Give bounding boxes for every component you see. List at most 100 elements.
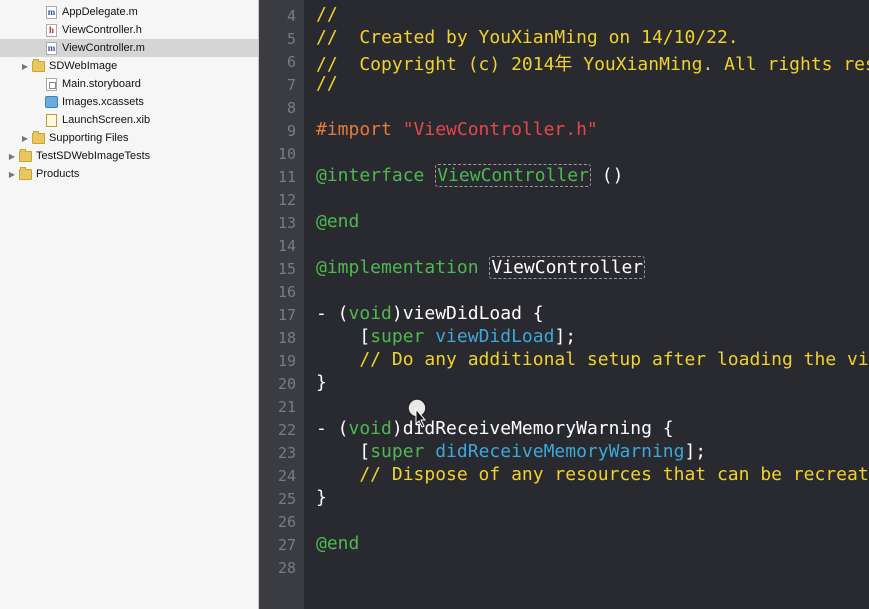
code-line[interactable]: } bbox=[316, 487, 327, 508]
navigator-item[interactable]: ▶ TestSDWebImageTests bbox=[0, 147, 258, 165]
line-number-gutter: 4 5 6 7 8 9 10 11 12 13 14 15 16 17 18 19 20 21 22 23 24 25 26… bbox=[259, 0, 304, 609]
navigator-item[interactable]: Images.xcassets bbox=[0, 93, 258, 111]
code-line[interactable]: [super didReceiveMemoryWarning]; bbox=[316, 441, 706, 462]
line-number: 15 bbox=[277, 260, 296, 278]
code-token: super bbox=[370, 326, 425, 347]
code-token: super bbox=[370, 441, 425, 462]
line-number: 27 bbox=[277, 536, 296, 554]
navigator-item[interactable]: ▶ Products bbox=[0, 165, 258, 183]
code-token: viewDidLoad bbox=[435, 326, 555, 347]
navigator-item[interactable]: m ViewController.m bbox=[0, 39, 258, 57]
line-number: 19 bbox=[277, 352, 296, 370]
code-token: - ( bbox=[316, 303, 349, 324]
navigator-item-label: AppDelegate.m bbox=[62, 6, 138, 18]
line-number: 23 bbox=[277, 444, 296, 462]
line-number: 14 bbox=[277, 237, 296, 255]
folder-icon bbox=[32, 130, 45, 145]
navigator-item[interactable]: Main.storyboard bbox=[0, 75, 258, 93]
code-line[interactable]: // bbox=[316, 4, 338, 25]
code-token: // bbox=[316, 4, 338, 25]
code-line[interactable]: // Created by YouXianMing on 14/10/22. bbox=[316, 27, 739, 48]
code-token: #import bbox=[316, 119, 403, 140]
code-line[interactable]: // Dispose of any resources that can be … bbox=[316, 464, 869, 485]
line-number: 8 bbox=[286, 99, 296, 117]
disclosure-triangle-icon[interactable]: ▶ bbox=[7, 147, 17, 165]
navigator-item-label: ViewController.h bbox=[62, 24, 142, 36]
code-line[interactable]: [super viewDidLoad]; bbox=[316, 326, 576, 347]
code-token: @end bbox=[316, 211, 360, 232]
folder-icon bbox=[32, 58, 45, 73]
navigator-item-label: Main.storyboard bbox=[62, 78, 141, 90]
line-number: 28 bbox=[277, 559, 296, 577]
code-token: ]; bbox=[684, 441, 707, 462]
code-token: // Do any additional setup after loading… bbox=[359, 349, 869, 370]
code-token: ]; bbox=[554, 326, 577, 347]
navigator-item[interactable]: m AppDelegate.m bbox=[0, 3, 258, 21]
navigator-item-label: TestSDWebImageTests bbox=[36, 150, 151, 162]
navigator-item-label: LaunchScreen.xib bbox=[62, 114, 151, 126]
line-number: 6 bbox=[286, 53, 296, 71]
m-file-icon: m bbox=[46, 5, 57, 19]
line-number: 11 bbox=[277, 168, 296, 186]
xib-icon bbox=[45, 113, 58, 127]
h-file-icon: h bbox=[45, 23, 58, 37]
line-number: 5 bbox=[286, 30, 296, 48]
code-token: // Created by YouXianMing on 14/10/22. bbox=[316, 27, 739, 48]
code-token: } bbox=[316, 372, 327, 393]
disclosure-triangle-icon[interactable]: ▶ bbox=[7, 165, 17, 183]
line-number: 24 bbox=[277, 467, 296, 485]
code-line[interactable]: @end bbox=[316, 211, 359, 232]
code-line[interactable]: // Do any additional setup after loading… bbox=[316, 349, 869, 370]
code-line[interactable]: - (void)didReceiveMemoryWarning { bbox=[316, 418, 674, 439]
navigator-item[interactable]: h ViewController.h bbox=[0, 21, 258, 39]
folder-icon bbox=[19, 166, 32, 181]
xcassets-icon bbox=[45, 96, 58, 109]
code-line[interactable]: @implementation ViewController bbox=[316, 256, 646, 279]
navigator-item[interactable]: ▶ Supporting Files bbox=[0, 129, 258, 147]
line-number: 22 bbox=[277, 421, 296, 439]
code-token: ViewController bbox=[435, 164, 591, 187]
code-token: - ( bbox=[316, 418, 349, 439]
disclosure-triangle-icon[interactable]: ▶ bbox=[20, 57, 30, 75]
code-token: @end bbox=[316, 533, 360, 554]
code-token: void bbox=[348, 303, 392, 324]
code-token: // Copyright (c) 2014年 YouXianMing. All … bbox=[316, 54, 869, 75]
code-token: "ViewController.h" bbox=[402, 119, 598, 140]
code-token: didReceiveMemoryWarning bbox=[435, 441, 685, 462]
code-token: )viewDidLoad { bbox=[391, 303, 544, 324]
code-line[interactable]: @end bbox=[316, 533, 359, 554]
line-number: 10 bbox=[277, 145, 296, 163]
navigator-item[interactable]: ▶ SDWebImage bbox=[0, 57, 258, 75]
code-token: // bbox=[316, 73, 338, 94]
line-number: 25 bbox=[277, 490, 296, 508]
code-token: void bbox=[348, 418, 392, 439]
source-editor[interactable]: 4 5 6 7 8 9 10 11 12 13 14 15 16 17 18 19 20 21 22 23 24 25 26… bbox=[259, 0, 869, 609]
code-line[interactable]: // bbox=[316, 73, 338, 94]
disclosure-triangle-icon[interactable]: ▶ bbox=[20, 129, 30, 147]
code-line[interactable]: #import "ViewController.h" bbox=[316, 119, 598, 140]
code-token: // Dispose of any resources that can be … bbox=[316, 464, 869, 485]
line-number: 17 bbox=[277, 306, 296, 324]
code-line[interactable]: @interface ViewController () bbox=[316, 164, 624, 187]
code-token: } bbox=[316, 487, 327, 508]
m-file-icon: m bbox=[46, 41, 57, 55]
code-line[interactable]: } bbox=[316, 372, 327, 393]
navigator-item[interactable]: LaunchScreen.xib bbox=[0, 111, 258, 129]
code-line[interactable]: // Copyright (c) 2014年 YouXianMing. All … bbox=[316, 50, 869, 76]
line-number: 7 bbox=[286, 76, 296, 94]
line-number: 16 bbox=[277, 283, 296, 301]
code-line[interactable]: - (void)viewDidLoad { bbox=[316, 303, 544, 324]
navigator-item-label: ViewController.m bbox=[62, 42, 145, 54]
line-number: 9 bbox=[286, 122, 296, 140]
navigator-item-label: SDWebImage bbox=[49, 60, 118, 72]
code-token: () bbox=[590, 165, 624, 186]
code-token: [ bbox=[316, 326, 371, 347]
folder-icon bbox=[19, 148, 32, 163]
